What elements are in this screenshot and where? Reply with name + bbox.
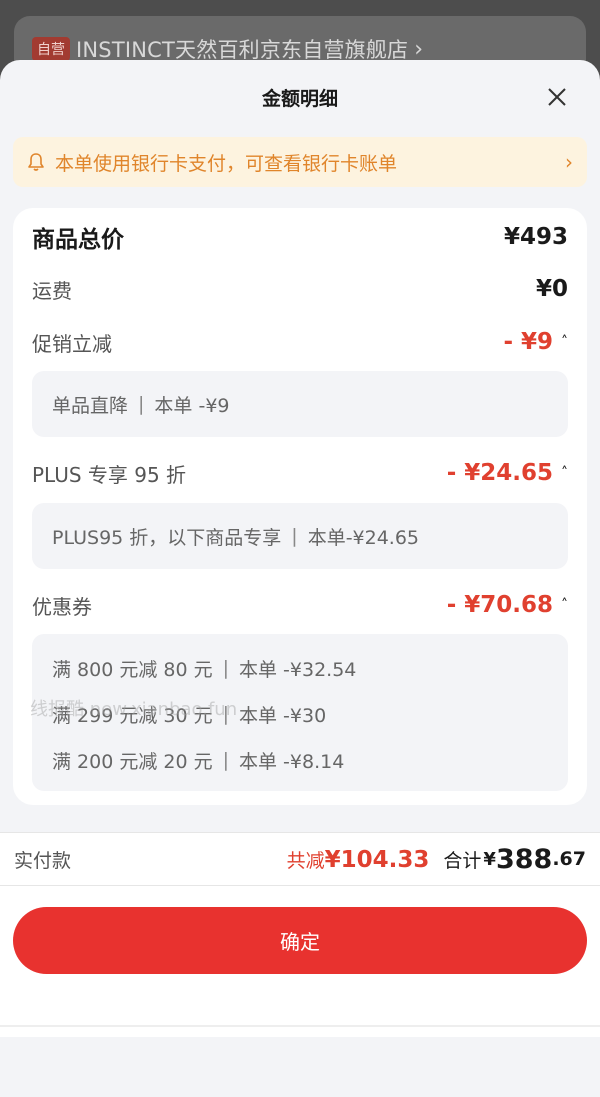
coupon-detail-box: 满 800 元减 80 元 | 本单 -¥32.54 满 299 元减 30 元…: [32, 634, 568, 791]
total-currency: ¥: [483, 848, 496, 870]
promo-detail-box: 单品直降 | 本单 -¥9: [32, 371, 568, 437]
chevron-up-icon: ˄: [561, 597, 568, 613]
coupon-row[interactable]: 优惠券 - ¥70.68 ˄: [32, 586, 568, 624]
close-icon: [548, 88, 566, 106]
goods-total-value: ¥493: [503, 224, 568, 250]
total-integer: 388: [495, 843, 553, 875]
plus-discount-label: PLUS 专享 95 折: [32, 462, 187, 487]
chevron-right-icon: ›: [565, 150, 573, 174]
total-decimal: .67: [552, 848, 586, 870]
coupon-detail-name: 满 800 元减 80 元: [52, 658, 213, 681]
plus-discount-value: - ¥24.65: [446, 460, 553, 486]
promo-value: - ¥9: [503, 329, 553, 355]
self-operated-badge: 自营: [32, 37, 70, 61]
paid-label: 实付款: [14, 849, 72, 872]
total-saved: 共减¥104.33: [287, 846, 430, 873]
chevron-up-icon: ˄: [561, 465, 568, 481]
coupon-detail-line: 满 800 元减 80 元 | 本单 -¥32.54: [52, 645, 548, 691]
chevron-up-icon: ˄: [561, 334, 568, 350]
separator: |: [291, 525, 298, 547]
coupon-detail-amount: 本单 -¥32.54: [239, 658, 357, 681]
plus-detail-name: PLUS95 折，以下商品专享: [52, 526, 282, 549]
separator: |: [138, 393, 145, 415]
notice-text: 本单使用银行卡支付，可查看银行卡账单: [55, 152, 398, 175]
close-button[interactable]: [544, 84, 570, 110]
confirm-button[interactable]: 确定: [13, 907, 587, 974]
coupon-detail-amount: 本单 -¥30: [239, 704, 327, 727]
shipping-label: 运费: [32, 278, 72, 303]
bank-card-notice[interactable]: 本单使用银行卡支付，可查看银行卡账单 ›: [13, 137, 587, 187]
sheet-header: 金额明细: [0, 60, 600, 134]
shipping-value: ¥0: [535, 276, 568, 302]
coupon-detail-line: 满 299 元减 30 元 | 本单 -¥30: [52, 691, 548, 737]
plus-value-wrap: - ¥24.65 ˄: [447, 460, 568, 486]
bell-icon: [28, 153, 44, 171]
plus-detail-line: PLUS95 折，以下商品专享 | 本单-¥24.65: [52, 513, 419, 559]
promo-row[interactable]: 促销立减 - ¥9 ˄: [32, 323, 568, 361]
promo-detail-amount: 本单 -¥9: [154, 394, 230, 417]
amount-detail-card: 商品总价 ¥493 运费 ¥0 促销立减 - ¥9 ˄ 单品直降 | 本单 -¥…: [13, 208, 587, 805]
plus-detail-amount: 本单-¥24.65: [307, 526, 420, 549]
coupon-detail-amount: 本单 -¥8.14: [239, 750, 345, 773]
goods-total-label: 商品总价: [32, 227, 124, 253]
coupon-detail-name: 满 200 元减 20 元: [52, 750, 213, 773]
coupon-detail-line: 满 200 元减 20 元 | 本单 -¥8.14: [52, 737, 548, 783]
separator: |: [222, 703, 230, 725]
divider: [0, 1025, 600, 1027]
saved-value: ¥104.33: [324, 846, 430, 873]
saved-prefix: 共减: [286, 849, 325, 872]
coupon-label: 优惠券: [32, 594, 92, 619]
coupon-value: - ¥70.68: [446, 592, 553, 618]
separator: |: [222, 749, 230, 771]
promo-detail-name: 单品直降: [52, 394, 129, 417]
promo-detail-line: 单品直降 | 本单 -¥9: [52, 381, 230, 427]
payment-summary: 实付款 共减¥104.33 合计 ¥ 388 .67: [0, 832, 600, 886]
total-label: 合计: [443, 849, 482, 872]
chevron-right-icon: ›: [414, 36, 424, 62]
plus-discount-row[interactable]: PLUS 专享 95 折 - ¥24.65 ˄: [32, 454, 568, 492]
coupon-detail-name: 满 299 元减 30 元: [52, 704, 213, 727]
separator: |: [222, 657, 230, 679]
promo-label: 促销立减: [32, 331, 112, 356]
goods-total-row: 商品总价 ¥493: [32, 218, 568, 256]
promo-value-wrap: - ¥9 ˄: [503, 329, 568, 355]
shipping-row: 运费 ¥0: [32, 270, 568, 308]
sheet-title: 金额明细: [261, 87, 338, 110]
coupon-value-wrap: - ¥70.68 ˄: [447, 592, 568, 618]
bottom-bar: 实付款 共减¥104.33 合计 ¥ 388 .67 确定: [0, 832, 600, 1037]
plus-detail-box: PLUS95 折，以下商品专享 | 本单-¥24.65: [32, 503, 568, 569]
